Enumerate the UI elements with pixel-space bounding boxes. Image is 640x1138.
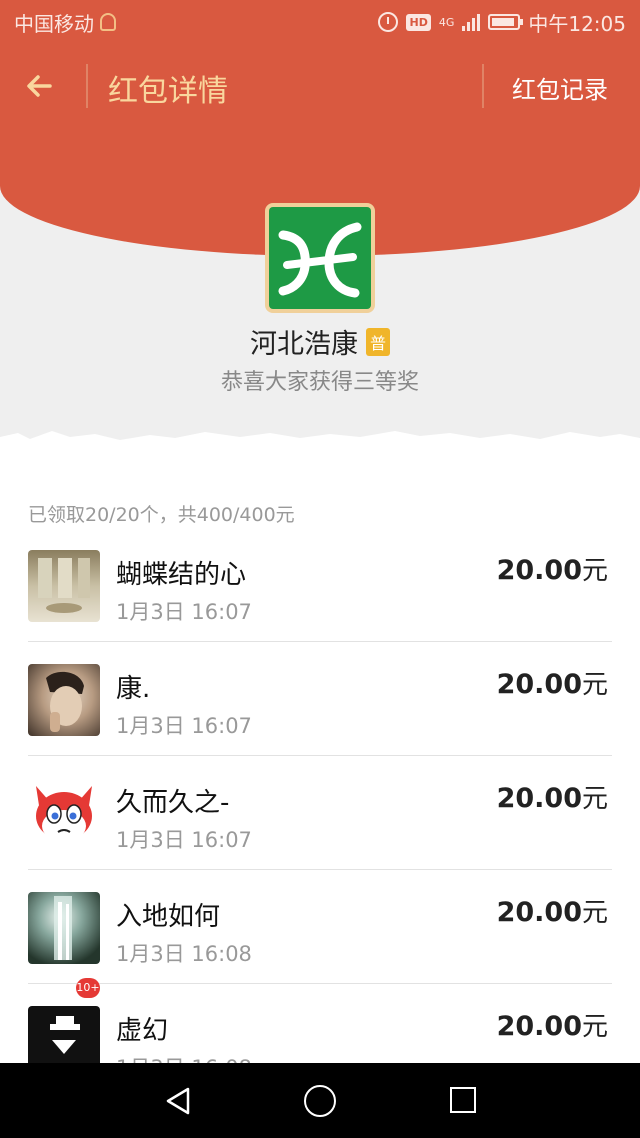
amount-value: 20.00	[496, 897, 582, 928]
status-bar: 中国移动 HD 4G 中午12:05	[0, 0, 640, 44]
list-item[interactable]: 康. 1月3日 16:07 20.00元	[28, 642, 612, 756]
home-circle-icon[interactable]	[304, 1085, 336, 1117]
currency-unit: 元	[581, 670, 608, 700]
room-photo	[38, 558, 90, 613]
red-packet-records-link[interactable]: 红包记录	[512, 70, 608, 105]
amount-value: 20.00	[496, 555, 582, 586]
amount-value: 20.00	[496, 783, 582, 814]
page-title: 红包详情	[108, 74, 228, 109]
amount: 20.00元	[497, 1006, 608, 1043]
receiver-name: 入地如何	[116, 902, 221, 932]
amount: 20.00元	[497, 892, 608, 929]
receiver-name: 虚幻	[116, 1016, 169, 1046]
receiver-name: 久而久之-	[116, 788, 230, 818]
list-item[interactable]: 久而久之- 1月3日 16:07 20.00元	[28, 756, 612, 870]
receiver-list: 蝴蝶结的心 1月3日 16:07 20.00元 康. 1月3日 16:07 20…	[28, 528, 612, 1098]
back-triangle-icon[interactable]	[160, 1083, 196, 1119]
fox-cartoon-icon	[36, 786, 92, 842]
user-avatar[interactable]	[28, 892, 100, 964]
receiver-name: 康.	[116, 674, 151, 704]
hd-badge: HD	[406, 13, 431, 31]
receiver-name: 蝴蝶结的心	[116, 560, 247, 590]
system-navigation-bar	[0, 1063, 640, 1138]
amount-value: 20.00	[496, 669, 582, 700]
receive-time: 1月3日 16:07	[116, 828, 252, 852]
divider	[86, 64, 88, 108]
amount: 20.00元	[497, 778, 608, 815]
sender-info: 河北浩康普	[0, 322, 640, 361]
waterfall-photo	[54, 896, 72, 960]
list-item[interactable]: 蝴蝶结的心 1月3日 16:07 20.00元	[28, 528, 612, 642]
user-avatar[interactable]	[28, 550, 100, 622]
clock: 中午12:05	[528, 11, 626, 36]
headset-icon	[100, 13, 116, 31]
account-badge: 普	[365, 328, 390, 356]
currency-unit: 元	[581, 1012, 608, 1042]
battery-icon	[488, 14, 524, 30]
recents-square-icon[interactable]	[450, 1087, 476, 1113]
arrow-left-icon	[27, 75, 52, 97]
divider	[482, 64, 484, 108]
user-avatar[interactable]	[28, 664, 100, 736]
brand-logo	[278, 222, 362, 298]
receive-time: 1月3日 16:07	[116, 600, 252, 624]
network-label: 4G	[438, 15, 455, 29]
signal-icon	[462, 13, 481, 31]
amount-value: 20.00	[496, 1011, 582, 1042]
portrait-photo	[46, 671, 84, 732]
receive-time: 1月3日 16:07	[116, 714, 252, 738]
receive-summary: 已领取20/20个，共400/400元	[28, 504, 295, 526]
amount: 20.00元	[497, 550, 608, 587]
carrier-label: 中国移动	[14, 11, 94, 36]
amount: 20.00元	[497, 664, 608, 701]
title-bar: 红包详情 红包记录	[0, 62, 640, 110]
sender-avatar[interactable]	[265, 203, 375, 313]
receive-time: 1月3日 16:08	[116, 942, 252, 966]
notification-badge: 10+	[76, 978, 100, 998]
sender-name: 河北浩康	[249, 329, 358, 360]
user-avatar[interactable]	[28, 778, 100, 850]
currency-unit: 元	[581, 784, 608, 814]
currency-unit: 元	[581, 898, 608, 928]
list-item[interactable]: 入地如何 1月3日 16:08 20.00元	[28, 870, 612, 984]
currency-unit: 元	[581, 556, 608, 586]
torn-paper-edge	[0, 431, 640, 475]
wishing-text: 恭喜大家获得三等奖	[220, 370, 419, 395]
back-button[interactable]	[22, 68, 62, 104]
alarm-icon	[378, 12, 399, 32]
